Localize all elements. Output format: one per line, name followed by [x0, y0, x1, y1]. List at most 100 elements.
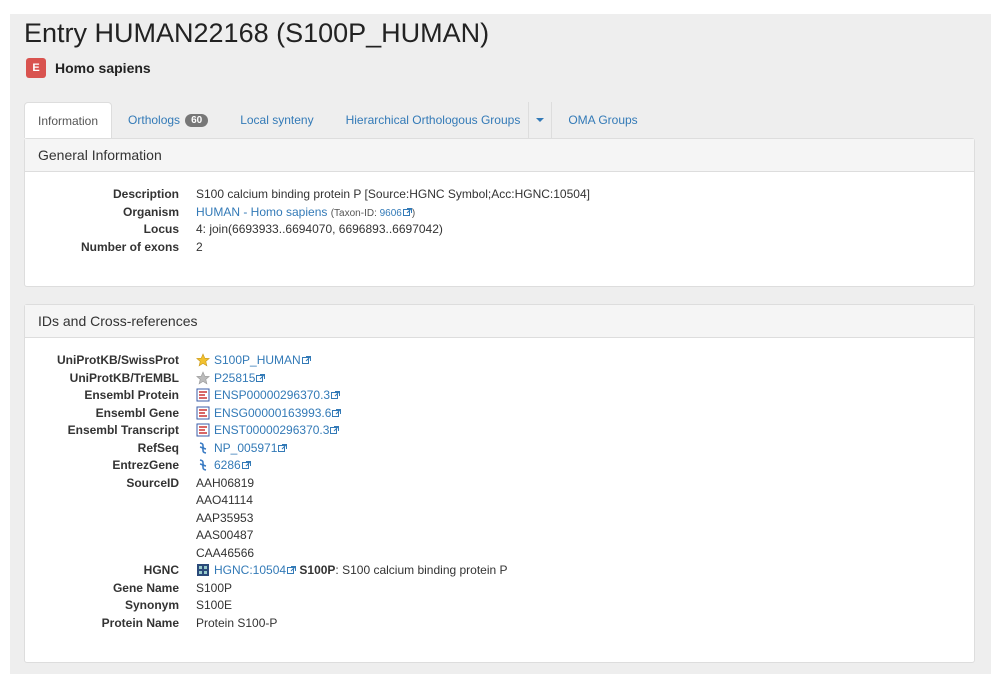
organism-value: HUMAN - Homo sapiens (Taxon-ID: 9606) — [196, 204, 415, 223]
grey-star-icon — [196, 370, 210, 385]
gold-star-icon — [196, 353, 210, 367]
panel-heading: General Information — [25, 139, 974, 172]
caret-down-icon — [536, 118, 545, 122]
swissprot-link[interactable]: S100P_HUMAN — [214, 353, 301, 367]
tab-local-synteny[interactable]: Local synteny — [224, 102, 329, 138]
ensembl-gene-row: Ensembl Gene ENSG00000163993.6 — [25, 405, 974, 423]
row-label: Ensembl Protein — [84, 388, 179, 402]
ensembl-transcript-row: Ensembl Transcript ENST00000296370.3 — [25, 422, 974, 440]
orthologs-count-badge: 60 — [185, 113, 209, 127]
exons-row: Number of exons 2 — [25, 239, 974, 257]
refseq-row: RefSeq NP_005971 — [25, 440, 974, 458]
tab-label: Information — [38, 113, 99, 128]
ncbi-icon — [196, 458, 210, 472]
taxon-id-link[interactable]: 9606 — [380, 208, 402, 219]
locus-value: 4: join(6693933..6694070, 6696893..66970… — [196, 222, 443, 236]
tab-information[interactable]: Information — [24, 102, 113, 138]
external-link-icon — [331, 391, 341, 399]
exons-label: Number of exons — [80, 239, 179, 254]
entrezgene-link[interactable]: 6286 — [214, 458, 241, 472]
gene-name-value: S100P — [196, 580, 233, 595]
sourceid-value: CAA46566 — [196, 545, 255, 560]
description-label: Description — [112, 187, 179, 201]
ensembl-icon — [196, 423, 210, 437]
external-link-icon — [241, 461, 251, 469]
taxon-suffix: ) — [411, 207, 416, 219]
row-value: 6286 — [196, 457, 251, 475]
external-link-icon — [330, 426, 340, 434]
tab-label: Local synteny — [240, 113, 314, 127]
trembl-link[interactable]: P25815 — [214, 371, 255, 385]
row-label: Ensembl Transcript — [67, 423, 179, 437]
tab-hierarchical-orthologous-groups[interactable]: Hierarchical Orthologous Groups — [330, 102, 537, 138]
row-label: Gene Name — [112, 580, 179, 595]
hgnc-link[interactable]: HGNC:10504 — [214, 563, 286, 577]
external-link-icon — [256, 373, 266, 382]
hgnc-symbol: S100P — [299, 563, 336, 577]
protein-name-value: Protein S100-P — [196, 615, 278, 630]
ensembl-protein-row: Ensembl Protein ENSP00000296370.3 — [25, 387, 974, 405]
external-link-icon — [402, 207, 412, 216]
organism-row: Organism HUMAN - Homo sapiens (Taxon-ID:… — [25, 204, 974, 222]
ensembl-icon — [196, 388, 210, 402]
sourceid-value: AAO41114 — [196, 493, 253, 507]
sourceid-value: AAP35953 — [196, 510, 254, 525]
ensembl-icon — [196, 406, 210, 420]
description-row: Description S100 calcium binding protein… — [25, 186, 974, 204]
cross-references-panel: IDs and Cross-references UniProtKB/Swiss… — [24, 304, 975, 663]
exons-value: 2 — [196, 239, 203, 254]
row-value: AAH06819 AAO41114 AAP35953 AAS00487 CAA4… — [196, 475, 254, 563]
refseq-link[interactable]: NP_005971 — [214, 441, 277, 455]
synonym-row: Synonym S100E — [25, 597, 974, 615]
row-value: P25815 — [196, 370, 266, 388]
organism-link[interactable]: HUMAN - Homo sapiens — [196, 205, 327, 219]
hgnc-row: HGNC HGNC:10504 S100P: S100 calcium bind… — [25, 562, 974, 580]
tab-label: Orthologs — [128, 113, 181, 127]
eukaryota-badge: E — [26, 58, 46, 78]
xref-list: UniProtKB/SwissProt S100P_HUMAN UniProtK… — [25, 338, 974, 632]
ensembl-gene-link[interactable]: ENSG00000163993.6 — [214, 406, 331, 420]
sourceid-row: SourceID AAH06819 AAO41114 AAP35953 AAS0… — [25, 475, 974, 563]
tab-label: Hierarchical Orthologous Groups — [345, 113, 521, 127]
row-value: ENSG00000163993.6 — [196, 405, 342, 423]
row-value: ENST00000296370.3 — [196, 422, 340, 440]
general-info-list: Description S100 calcium binding protein… — [25, 172, 974, 256]
synonym-value: S100E — [196, 598, 233, 612]
external-link-icon — [278, 443, 288, 452]
uniprot-trembl-row: UniProtKB/TrEMBL P25815 — [25, 370, 974, 388]
row-value: ENSP00000296370.3 — [196, 387, 341, 405]
locus-label: Locus — [143, 222, 179, 236]
panel-heading: IDs and Cross-references — [25, 305, 974, 338]
taxon-info: (Taxon-ID: 9606) — [330, 207, 416, 219]
row-label: Ensembl Gene — [95, 405, 179, 420]
species-line: E Homo sapiens — [26, 58, 151, 78]
gene-name-row: Gene Name S100P — [25, 580, 974, 598]
entrezgene-row: EntrezGene 6286 — [25, 457, 974, 475]
row-label: HGNC — [143, 563, 179, 577]
row-label: RefSeq — [137, 440, 179, 455]
tab-orthologs[interactable]: Orthologs 60 — [112, 102, 224, 138]
species-name: Homo sapiens — [55, 60, 151, 76]
row-value: NP_005971 — [196, 440, 288, 458]
hgnc-description: : S100 calcium binding protein P — [335, 563, 508, 577]
row-value: HGNC:10504 S100P: S100 calcium binding p… — [196, 562, 508, 580]
external-link-icon — [332, 408, 342, 417]
row-label: EntrezGene — [112, 458, 179, 472]
hog-dropdown-toggle[interactable] — [528, 102, 553, 138]
page-title: Entry HUMAN22168 (S100P_HUMAN) — [24, 18, 490, 48]
ensembl-transcript-link[interactable]: ENST00000296370.3 — [214, 423, 329, 437]
protein-name-row: Protein Name Protein S100-P — [25, 615, 974, 633]
row-label: Synonym — [124, 598, 179, 612]
external-link-icon — [301, 356, 311, 364]
ensembl-protein-link[interactable]: ENSP00000296370.3 — [214, 388, 330, 402]
locus-row: Locus 4: join(6693933..6694070, 6696893.… — [25, 221, 974, 239]
sourceid-value: AAH06819 — [196, 475, 255, 490]
description-value: S100 calcium binding protein P [Source:H… — [196, 187, 590, 201]
sourceid-value: AAS00487 — [196, 528, 254, 542]
external-link-icon — [287, 566, 297, 574]
tab-oma-groups[interactable]: OMA Groups — [552, 102, 653, 138]
ncbi-icon — [196, 441, 210, 455]
row-label: SourceID — [126, 475, 179, 490]
taxon-prefix: (Taxon-ID: — [330, 207, 380, 219]
uniprot-swissprot-row: UniProtKB/SwissProt S100P_HUMAN — [25, 352, 974, 370]
